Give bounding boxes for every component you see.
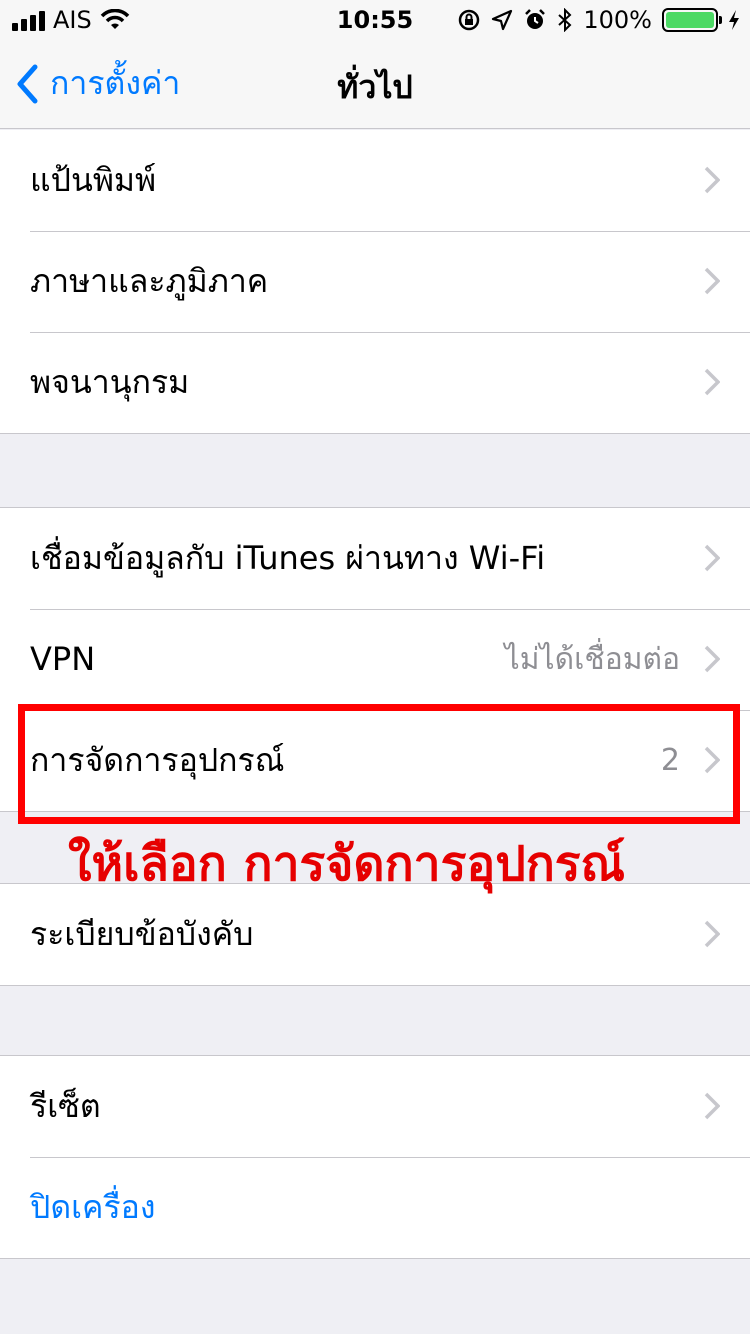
charging-icon [729, 10, 739, 30]
row-keyboard[interactable]: แป้นพิมพ์ [0, 130, 750, 231]
row-vpn[interactable]: VPN ไม่ได้เชื่อมต่อ [0, 609, 750, 710]
battery-percent: 100% [583, 6, 652, 34]
row-language-region[interactable]: ภาษาและภูมิภาค [0, 231, 750, 332]
bluetooth-icon [558, 8, 572, 32]
status-right: 100% [457, 6, 740, 34]
battery-fill [666, 12, 714, 28]
vpn-status: ไม่ได้เชื่อมต่อ [504, 642, 680, 677]
chevron-right-icon [704, 166, 720, 194]
chevron-right-icon [704, 1092, 720, 1120]
chevron-right-icon [704, 920, 720, 948]
shut-down-label: ปิดเครื่อง [30, 1188, 156, 1226]
row-label: เชื่อมข้อมูลกับ iTunes ผ่านทาง Wi-Fi [30, 539, 546, 577]
chevron-right-icon [704, 368, 720, 396]
page-title: ทั่วไป [337, 68, 413, 106]
row-reset[interactable]: รีเซ็ต [0, 1056, 750, 1157]
annotation-text: ให้เลือก การจัดการอุปกรณ์ [68, 836, 626, 892]
row-itunes-wifi-sync[interactable]: เชื่อมข้อมูลกับ iTunes ผ่านทาง Wi-Fi [0, 508, 750, 609]
orientation-lock-icon [459, 9, 480, 31]
settings-group-reset: รีเซ็ต ปิดเครื่อง [0, 1055, 750, 1259]
row-label: VPN [30, 640, 96, 678]
highlight-box [18, 704, 740, 824]
settings-group-input: แป้นพิมพ์ ภาษาและภูมิภาค พจนานุกรม [0, 130, 750, 434]
row-dictionary[interactable]: พจนานุกรม [0, 332, 750, 433]
chevron-right-icon [704, 267, 720, 295]
row-label: รีเซ็ต [30, 1087, 101, 1125]
navigation-bar: การตั้งค่า ทั่วไป [0, 40, 750, 129]
battery-icon [662, 8, 722, 32]
row-label: ภาษาและภูมิภาค [30, 262, 269, 300]
row-shut-down[interactable]: ปิดเครื่อง [0, 1157, 750, 1258]
row-label: พจนานุกรม [30, 363, 190, 401]
location-icon [492, 9, 513, 31]
chevron-right-icon [704, 645, 720, 673]
row-label: แป้นพิมพ์ [30, 161, 157, 199]
status-bar: AIS 10:55 100% [0, 0, 750, 40]
alarm-icon [525, 9, 546, 29]
chevron-right-icon [704, 544, 720, 572]
